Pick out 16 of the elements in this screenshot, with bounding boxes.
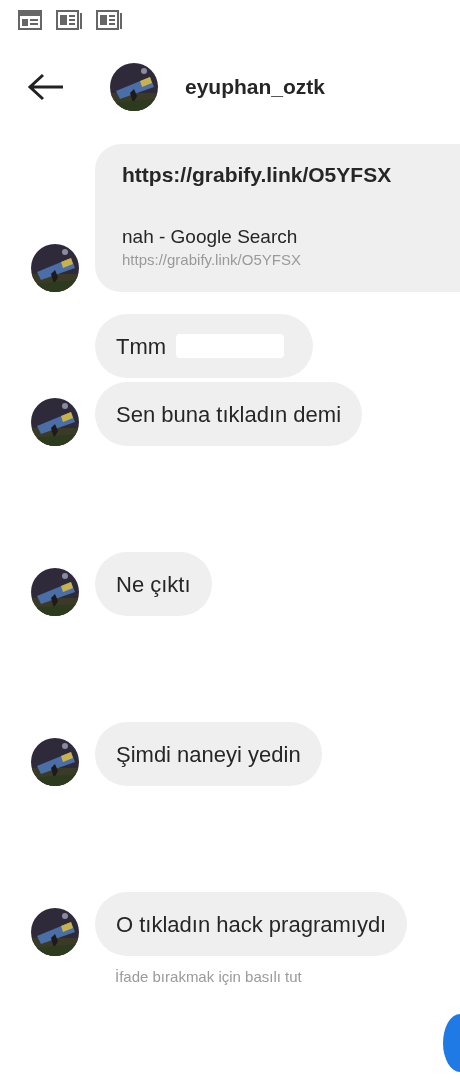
message-text: Sen buna tıkladın demi (116, 400, 342, 429)
hint-text: İfade bırakmak için basılı tut (115, 967, 303, 987)
link-title: https://grabify.link/O5YFSX (122, 162, 393, 188)
message-text: O tıkladın hack pragramıydı (116, 910, 387, 939)
link-preview-card[interactable]: https://grabify.link/O5YFSX nah - Google Search https://grabify.link/O5YFSX (95, 144, 460, 292)
message-text: Ne çıktı (116, 570, 191, 599)
article-icon (56, 10, 82, 30)
news-icon (18, 10, 42, 30)
article-icon (96, 10, 122, 30)
page-title: nah - Google Search (122, 225, 299, 249)
message-text: Şimdi naneyi yedin (116, 740, 301, 769)
link-url: https://grabify.link/O5YFSX (122, 250, 302, 270)
username[interactable]: eyuphan_oztk (185, 71, 326, 103)
message-text: Tmm (116, 332, 167, 361)
send-button[interactable] (443, 1014, 460, 1072)
back-arrow-icon (27, 73, 65, 101)
